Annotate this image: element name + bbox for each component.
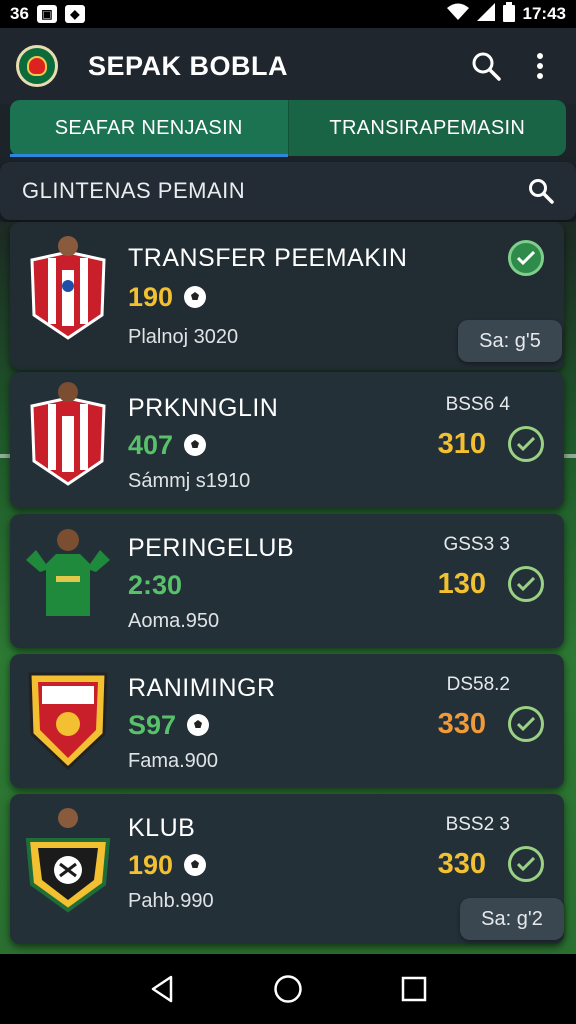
image-notification-icon: ▣	[36, 5, 57, 23]
player-subtitle: Aoma.950	[128, 610, 220, 632]
app-title: SEPAK BOBLA	[88, 50, 289, 81]
more-vert-icon	[537, 53, 543, 79]
signal-icon	[476, 2, 495, 26]
check-icon	[517, 717, 535, 731]
player-search-bar[interactable]: GLINTENAS PEMAIN	[0, 162, 576, 220]
player-avatar	[30, 382, 106, 486]
tab-seafar-nenjasin[interactable]: SEAFAR NENJASIN	[10, 100, 289, 156]
player-value: 130	[437, 568, 486, 600]
status-bar: 36 ▣ ◆ 17:43	[0, 0, 576, 28]
player-card[interactable]: PERINGELUB 2:30 Aoma.950 GSS3 3 130	[10, 514, 564, 648]
player-name: PERINGELUB	[128, 534, 295, 562]
soccer-ball-icon	[184, 854, 207, 876]
check-icon	[517, 437, 535, 451]
player-rating: 190	[128, 282, 207, 313]
player-code: BSS2 3	[445, 814, 510, 835]
player-card[interactable]: PRKNNGLIN 407 Sámmj s1910 BSS6 4 310	[10, 372, 564, 508]
player-name: TRANSFER PEEMAKIN	[128, 244, 408, 272]
player-name: RANIMINGR	[128, 674, 276, 702]
player-rating: 407	[128, 430, 207, 461]
app-bar: SEPAK BOBLA	[0, 28, 576, 104]
check-icon	[517, 577, 535, 591]
player-rating: 190	[128, 850, 207, 881]
player-subtitle: Fama.900	[128, 750, 219, 772]
more-options-button[interactable]	[520, 46, 560, 86]
tab-transirapemasin[interactable]: TRANSIRAPEMASIN	[289, 100, 567, 156]
player-name: KLUB	[128, 814, 196, 842]
player-value: 310	[437, 428, 486, 460]
player-card[interactable]: TRANSFER PEEMAKIN 190 Plalnoj 3020 Sa: g…	[10, 222, 564, 370]
player-rating: S97	[128, 710, 210, 741]
player-value: 330	[437, 848, 486, 880]
tab-bar: SEAFAR NENJASIN TRANSIRAPEMASIN	[10, 100, 566, 156]
player-subtitle: Sámmj s1910	[128, 470, 251, 492]
player-card[interactable]: KLUB 190 Pahb.990 BSS2 3 330 Sa: g'2	[10, 794, 564, 944]
player-subtitle: Pahb.990	[128, 890, 214, 912]
soccer-ball-icon	[184, 434, 207, 456]
player-code: GSS3 3	[443, 534, 510, 555]
player-avatar	[26, 529, 110, 616]
active-tab-indicator	[10, 154, 288, 157]
battery-icon	[502, 1, 515, 27]
player-code: DS58.2	[446, 674, 510, 695]
player-code: BSS6 4	[445, 394, 510, 415]
check-button[interactable]	[508, 706, 544, 742]
status-left-text: 36	[10, 4, 29, 23]
selected-check-button[interactable]	[508, 240, 544, 276]
check-icon	[517, 857, 535, 871]
status-time: 17:43	[522, 4, 566, 23]
check-button[interactable]	[508, 426, 544, 462]
wifi-icon	[446, 3, 469, 26]
check-button[interactable]	[508, 566, 544, 602]
app-notification-icon: ◆	[64, 5, 85, 23]
soccer-ball-icon	[187, 714, 210, 736]
check-button[interactable]	[508, 846, 544, 882]
soccer-ball-icon	[184, 286, 207, 308]
recents-icon[interactable]	[401, 976, 427, 1002]
search-icon	[472, 52, 501, 81]
back-icon[interactable]	[149, 975, 175, 1003]
search-input[interactable]: GLINTENAS PEMAIN	[22, 178, 528, 204]
season-chip[interactable]: Sa: g'5	[458, 320, 562, 362]
season-chip[interactable]: Sa: g'2	[460, 898, 564, 940]
player-card[interactable]: RANIMINGR S97 Fama.900 DS58.2 330	[10, 654, 564, 788]
club-crest	[28, 672, 108, 771]
player-value: 330	[437, 708, 486, 740]
system-nav-bar	[0, 954, 576, 1024]
search-icon[interactable]	[528, 178, 554, 204]
player-subtitle: Plalnoj 3020	[128, 326, 239, 348]
player-rating: 2:30	[128, 570, 183, 600]
player-name: PRKNNGLIN	[128, 394, 279, 422]
search-button[interactable]	[466, 46, 506, 86]
app-logo	[16, 45, 58, 87]
player-list: TRANSFER PEEMAKIN 190 Plalnoj 3020 Sa: g…	[0, 222, 576, 954]
check-icon	[517, 251, 535, 265]
home-icon[interactable]	[273, 974, 303, 1004]
player-avatar	[30, 236, 106, 340]
club-crest	[26, 808, 110, 913]
